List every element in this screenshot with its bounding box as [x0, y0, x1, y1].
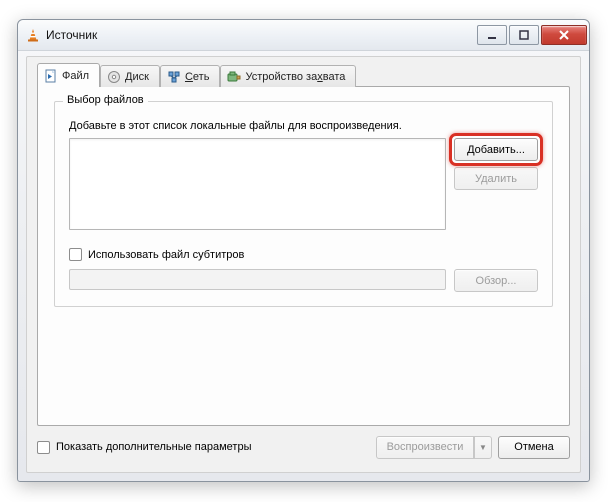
- titlebar[interactable]: Источник: [18, 20, 589, 51]
- subtitles-checkbox[interactable]: [69, 248, 82, 261]
- dialog-window: Источник Файл: [17, 19, 590, 482]
- tab-bar: Файл Диск Сеть Устройство захвата: [37, 63, 356, 87]
- window-controls: [475, 25, 589, 45]
- subtitles-checkbox-label: Использовать файл субтитров: [88, 249, 244, 261]
- cancel-button[interactable]: Отмена: [498, 436, 570, 459]
- vlc-cone-icon: [26, 28, 40, 42]
- disc-icon: [107, 70, 121, 84]
- capture-icon: [227, 70, 241, 84]
- window-title: Источник: [46, 28, 97, 42]
- group-file-selection: Выбор файлов Добавьте в этот список лока…: [54, 101, 553, 307]
- group-legend: Выбор файлов: [63, 94, 148, 106]
- minimize-button[interactable]: [477, 25, 507, 45]
- tab-label: Файл: [62, 70, 89, 82]
- network-icon: [167, 70, 181, 84]
- tab-label: Диск: [125, 71, 149, 83]
- remove-button[interactable]: Удалить: [454, 167, 538, 190]
- close-button[interactable]: [541, 25, 587, 45]
- maximize-button[interactable]: [509, 25, 539, 45]
- add-button[interactable]: Добавить...: [454, 138, 538, 161]
- tab-capture[interactable]: Устройство захвата: [220, 65, 356, 87]
- tab-file[interactable]: Файл: [37, 63, 100, 87]
- file-icon: [44, 69, 58, 83]
- extra-options-checkbox[interactable]: [37, 441, 50, 454]
- extra-options-label: Показать дополнительные параметры: [56, 441, 251, 453]
- subtitles-checkbox-row[interactable]: Использовать файл субтитров: [69, 248, 538, 261]
- subtitles-path-input: [69, 269, 446, 290]
- file-list[interactable]: [69, 138, 446, 230]
- tab-panel-file: Выбор файлов Добавьте в этот список лока…: [37, 86, 570, 426]
- play-split-button[interactable]: Воспроизвести ▼: [376, 436, 492, 459]
- subtitles-browse-button[interactable]: Обзор...: [454, 269, 538, 292]
- play-button[interactable]: Воспроизвести: [376, 436, 474, 459]
- tab-label: Сеть: [185, 71, 209, 83]
- tab-disc[interactable]: Диск: [100, 65, 160, 87]
- file-hint: Добавьте в этот список локальные файлы д…: [69, 120, 538, 132]
- footer: Показать дополнительные параметры Воспро…: [37, 432, 570, 462]
- play-dropdown-arrow[interactable]: ▼: [474, 436, 492, 459]
- tab-network[interactable]: Сеть: [160, 65, 220, 87]
- tab-label: Устройство захвата: [245, 71, 345, 83]
- client-area: Файл Диск Сеть Устройство захвата: [26, 56, 581, 473]
